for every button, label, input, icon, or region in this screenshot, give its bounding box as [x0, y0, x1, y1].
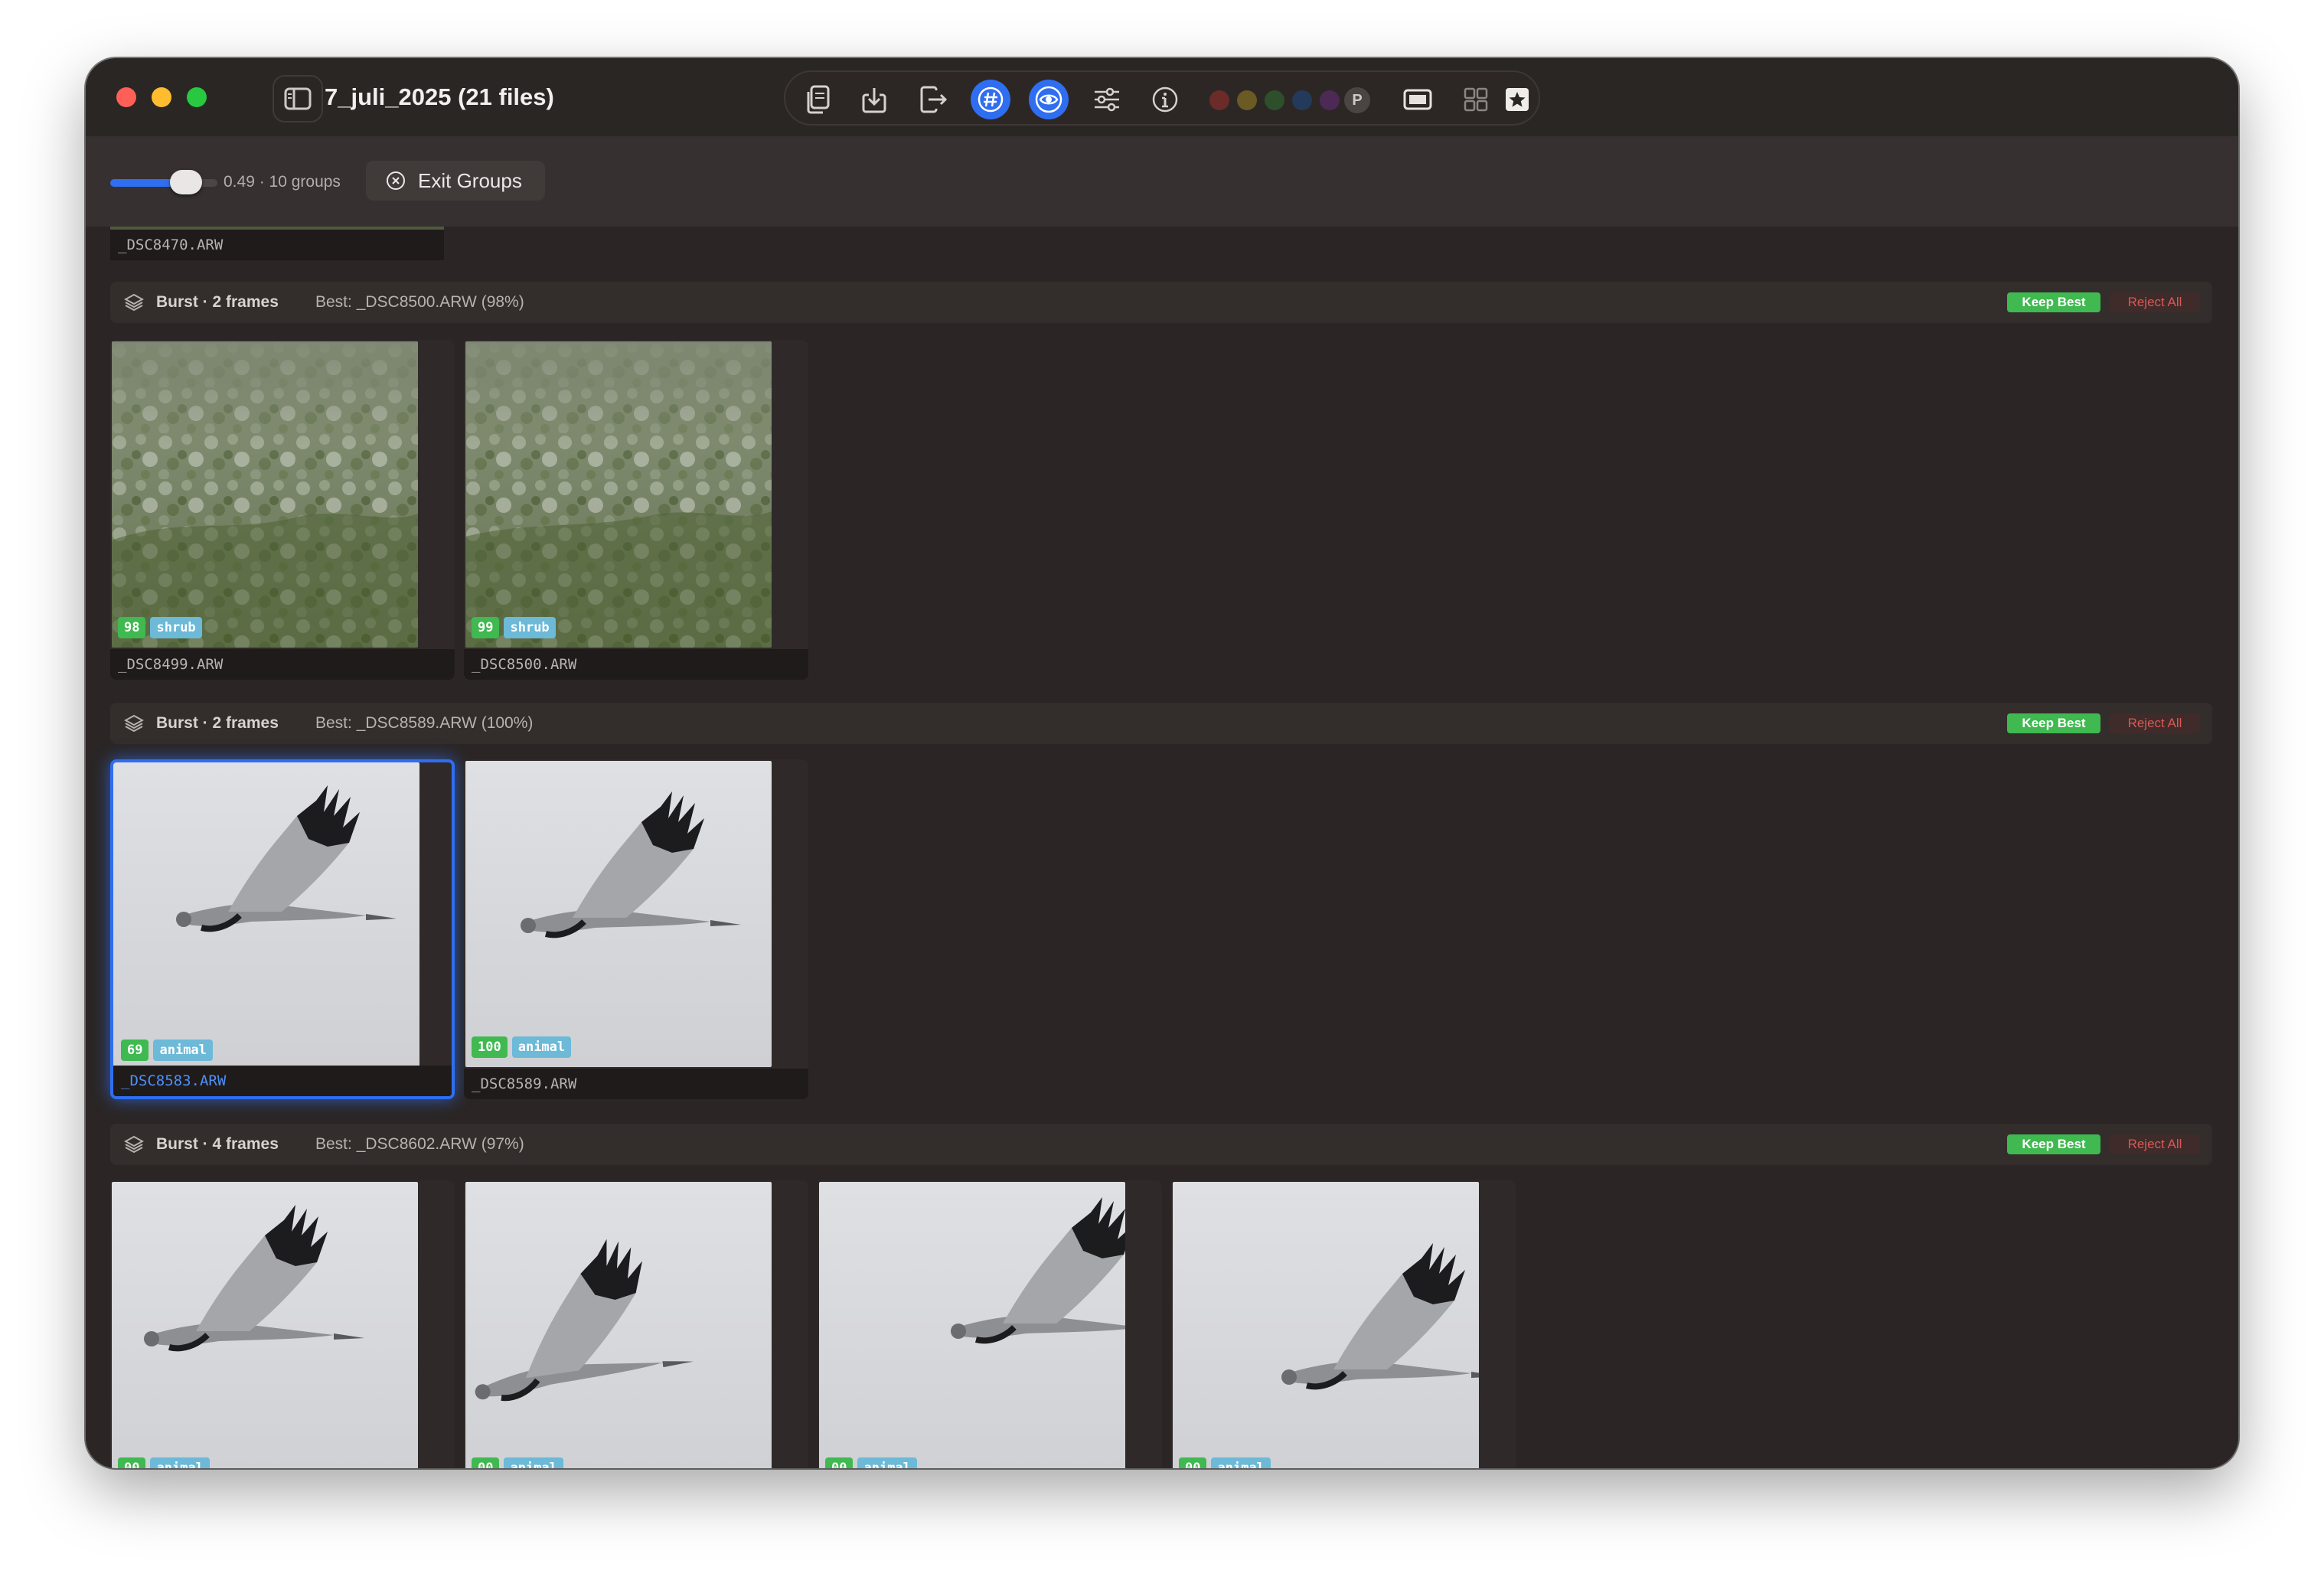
photo-card-selected[interactable]: 69 animal _DSC8583.ARW	[110, 759, 455, 1099]
photo-card[interactable]: 00 animal	[464, 1180, 808, 1468]
color-label-yellow[interactable]	[1237, 90, 1257, 110]
tag-badge: animal	[857, 1457, 917, 1468]
eye-icon	[1035, 86, 1062, 113]
group-best-frame: Best: _DSC8589.ARW (100%)	[315, 714, 534, 732]
group-best-frame: Best: _DSC8500.ARW (98%)	[315, 293, 524, 311]
keep-best-button[interactable]: Keep Best	[2007, 292, 2100, 312]
tag-badge: animal	[150, 1457, 210, 1468]
grid-view-button[interactable]	[1456, 80, 1496, 119]
photo-card[interactable]: 00 animal	[818, 1180, 1162, 1468]
photo-thumbnail	[465, 341, 772, 648]
group-controls-bar: 0.49 · 10 groups Exit Groups	[86, 136, 2238, 227]
photo-thumbnail	[1173, 1182, 1479, 1468]
score-badge: 99	[472, 617, 500, 638]
photo-card[interactable]: 99 shrub _DSC8500.ARW	[464, 340, 808, 680]
exit-groups-label: Exit Groups	[418, 168, 522, 192]
zoom-window-button[interactable]	[187, 87, 207, 107]
photo-thumbnail	[112, 1182, 418, 1468]
tag-badge: shrub	[504, 617, 556, 638]
single-view-icon	[1403, 89, 1432, 110]
score-badge: 00	[825, 1457, 854, 1468]
slider-knob[interactable]	[170, 170, 202, 194]
color-label-red[interactable]	[1209, 90, 1229, 110]
stack-icon	[124, 1135, 144, 1154]
window-title: 7_juli_2025 (21 files)	[325, 83, 554, 110]
preview-toggle-button[interactable]	[1029, 80, 1069, 119]
tag-badge: animal	[153, 1040, 213, 1061]
photo-card[interactable]: 00 animal	[1171, 1180, 1516, 1468]
export-button[interactable]	[914, 80, 954, 119]
sidebar-icon	[284, 87, 312, 110]
group-best-frame: Best: _DSC8602.ARW (97%)	[315, 1135, 524, 1153]
sliders-icon	[1095, 87, 1119, 112]
group-header: Burst · 4 frames Best: _DSC8602.ARW (97%…	[110, 1124, 2212, 1165]
file-name: _DSC8499.ARW	[110, 649, 455, 680]
score-badge: 00	[118, 1457, 146, 1468]
stack-icon	[124, 714, 144, 733]
keep-best-button[interactable]: Keep Best	[2007, 713, 2100, 733]
score-badge: 00	[1179, 1457, 1207, 1468]
photo-card[interactable]: 00 animal	[110, 1180, 455, 1468]
color-label-green[interactable]	[1265, 90, 1284, 110]
photo-thumbnail	[819, 1182, 1125, 1468]
groups-content: _DSC8470.ARW Burst · 2 frames Best: _DSC…	[86, 227, 2238, 1468]
copy-button[interactable]	[798, 80, 837, 119]
sidebar-toggle-button[interactable]	[273, 75, 323, 122]
file-name: _DSC8583.ARW	[113, 1066, 452, 1096]
color-label-purple[interactable]	[1320, 90, 1340, 110]
photo-thumbnail	[465, 1182, 772, 1468]
main-toolbar: P	[784, 70, 1540, 126]
info-icon	[1152, 86, 1178, 113]
photo-card[interactable]: 100 animal _DSC8589.ARW	[464, 759, 808, 1099]
file-name: _DSC8470.ARW	[110, 230, 444, 260]
photo-thumbnail	[113, 762, 419, 1069]
reject-all-button[interactable]: Reject All	[2110, 713, 2200, 733]
tag-badge: animal	[504, 1457, 563, 1468]
group-header: Burst · 2 frames Best: _DSC8589.ARW (100…	[110, 703, 2212, 744]
stack-icon	[124, 293, 144, 312]
adjustments-button[interactable]	[1087, 80, 1127, 119]
partial-photo-card[interactable]: _DSC8470.ARW	[110, 227, 444, 260]
group-header: Burst · 2 frames Best: _DSC8500.ARW (98%…	[110, 282, 2212, 323]
tag-badge: animal	[1211, 1457, 1271, 1468]
single-view-button[interactable]	[1398, 80, 1438, 119]
photo-thumbnail	[112, 341, 418, 648]
photo-card[interactable]: 98 shrub _DSC8499.ARW	[110, 340, 455, 680]
copy-icon	[807, 85, 830, 114]
score-badge: 100	[472, 1036, 508, 1058]
grid-view-icon	[1464, 87, 1488, 112]
slider-value-text: 0.49 · 10 groups	[224, 173, 341, 191]
title-bar: 7_juli_2025 (21 files) P	[86, 58, 2238, 138]
import-icon	[862, 88, 886, 113]
color-label-blue[interactable]	[1292, 90, 1312, 110]
reject-all-button[interactable]: Reject All	[2110, 292, 2200, 312]
app-window: 7_juli_2025 (21 files) P 0.49 · 10 group…	[86, 58, 2238, 1468]
photo-thumbnail	[465, 761, 772, 1067]
info-button[interactable]	[1145, 80, 1185, 119]
hashtag-icon	[978, 86, 1004, 113]
score-badge: 69	[121, 1040, 149, 1061]
close-circle-icon	[387, 171, 405, 190]
reject-all-button[interactable]: Reject All	[2110, 1134, 2200, 1154]
minimize-window-button[interactable]	[152, 87, 171, 107]
close-window-button[interactable]	[116, 87, 136, 107]
group-title: Burst · 2 frames	[156, 293, 279, 311]
import-button[interactable]	[854, 80, 894, 119]
score-badge: 00	[472, 1457, 500, 1468]
score-badge: 98	[118, 617, 146, 638]
tag-badge: animal	[511, 1036, 572, 1058]
keep-best-button[interactable]: Keep Best	[2007, 1134, 2100, 1154]
exit-groups-button[interactable]: Exit Groups	[366, 161, 545, 201]
tags-toggle-button[interactable]	[971, 80, 1010, 119]
pick-flag-button[interactable]: P	[1344, 87, 1370, 113]
file-name: _DSC8589.ARW	[464, 1069, 808, 1099]
favorites-button[interactable]	[1497, 80, 1537, 119]
star-icon	[1506, 88, 1529, 111]
file-name: _DSC8500.ARW	[464, 649, 808, 680]
group-title: Burst · 4 frames	[156, 1135, 279, 1153]
export-icon	[920, 86, 948, 113]
tag-badge: shrub	[150, 617, 202, 638]
group-title: Burst · 2 frames	[156, 714, 279, 732]
